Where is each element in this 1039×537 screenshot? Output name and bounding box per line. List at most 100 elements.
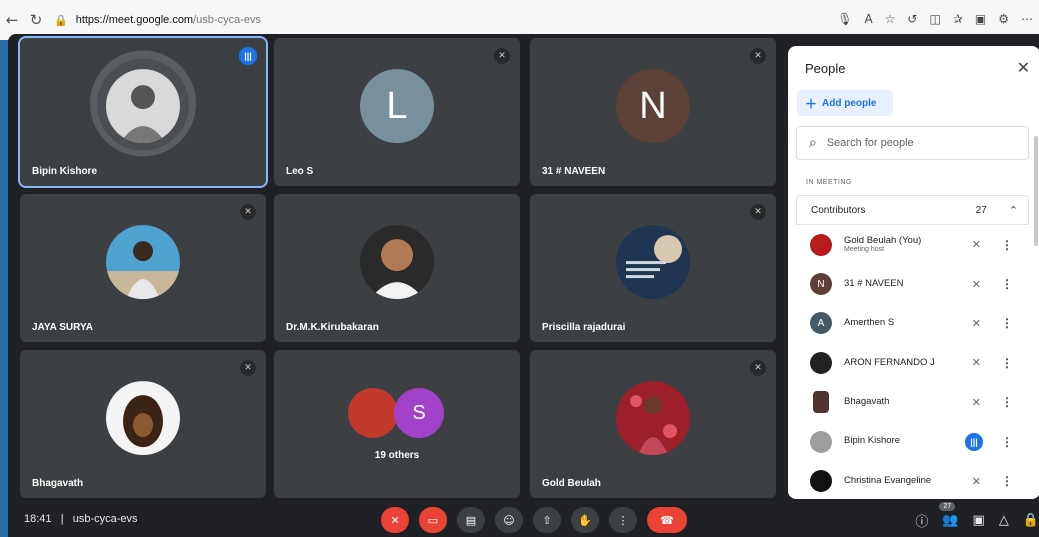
chevron-up-icon[interactable]: ⌃ (1009, 204, 1018, 217)
more-options-icon[interactable]: ⋮ (1001, 238, 1013, 252)
participant-name: Christina Evangeline (844, 474, 932, 486)
participant-name: Leo S (286, 166, 314, 177)
video-tile-kirubakaran[interactable]: Dr.M.K.Kirubakaran (274, 194, 520, 342)
avatar (616, 381, 690, 456)
camera-toggle-button[interactable]: ▭ (419, 507, 447, 533)
captions-button[interactable]: ▤ (457, 507, 485, 533)
muted-mic-icon: ✕ (750, 48, 766, 64)
call-controls: ✕ ▭ ▤ ☺ ⇧ ✋ ⋮ ☎ (381, 507, 687, 533)
browser-icons: 🎙 A ☆ ↺ ◫ ✰ ▣ ⚙ ⋯ (837, 12, 1033, 26)
contributors-label: Contributors (811, 204, 866, 216)
favorite-star-icon[interactable]: ☆ (885, 12, 896, 26)
muted-mic-icon[interactable]: ✕ (972, 475, 981, 488)
reload-icon[interactable]: ↻ (24, 11, 48, 29)
meeting-details-icon[interactable]: ⓘ (915, 511, 928, 530)
video-tile-others[interactable]: S 19 others (274, 350, 520, 498)
back-icon[interactable]: ← (0, 11, 24, 29)
add-person-icon: ＋ (805, 96, 818, 111)
avatar (813, 391, 829, 414)
more-options-icon[interactable]: ⋮ (1001, 474, 1013, 488)
address-bar[interactable]: 🔒 https://meet.google.com/usb-cyca-evs (54, 7, 261, 33)
more-options-icon[interactable]: ⋮ (1001, 277, 1013, 291)
muted-mic-icon: ✕ (750, 360, 766, 376)
add-people-label: Add people (822, 97, 877, 109)
avatar (106, 69, 180, 144)
search-people-field[interactable]: ⌕ (796, 126, 1029, 160)
more-options-icon[interactable]: ⋮ (1001, 356, 1013, 370)
meeting-info: 18:41 | usb-cyca-evs (24, 513, 138, 525)
extensions-icon[interactable]: ⚙ (998, 12, 1009, 26)
avatar (616, 225, 690, 300)
avatar (106, 381, 180, 456)
avatar: N (810, 273, 832, 296)
add-people-button[interactable]: ＋ Add people (797, 90, 893, 116)
video-tile-leo[interactable]: L ✕ Leo S (274, 38, 520, 186)
mic-icon[interactable]: 🎙 (837, 12, 852, 26)
video-tile-gold-beulah[interactable]: ✕ Gold Beulah (530, 350, 776, 498)
people-count-badge: 27 (939, 502, 956, 511)
list-item[interactable]: A Amerthen S ✕ ⋮ (796, 304, 1029, 343)
activities-icon[interactable]: △ (999, 513, 1009, 528)
muted-mic-icon: ✕ (494, 48, 510, 64)
avatar (810, 470, 832, 493)
people-icon[interactable]: 👥 27 (939, 502, 959, 528)
clock-time: 18:41 (24, 513, 52, 525)
raise-hand-button[interactable]: ✋ (571, 507, 599, 533)
url-host: https://meet.google.com (75, 14, 194, 26)
video-tile-naveen[interactable]: N ✕ 31 # NAVEEN (530, 38, 776, 186)
video-tile-jaya[interactable]: ✕ JAYA SURYA (20, 194, 266, 342)
more-options-icon[interactable]: ⋮ (1001, 395, 1013, 409)
muted-mic-icon: ✕ (240, 204, 256, 220)
read-aloud-icon[interactable]: A (864, 12, 872, 26)
avatar (348, 388, 398, 438)
list-item[interactable]: Gold Beulah (You) Meeting host ✕ ⋮ (796, 225, 1029, 264)
muted-mic-icon[interactable]: ✕ (972, 356, 981, 369)
split-screen-icon[interactable]: ◫ (929, 12, 940, 26)
video-tile-priscilla[interactable]: ✕ Priscilla rajadurai (530, 194, 776, 342)
participant-name: Dr.M.K.Kirubakaran (286, 322, 379, 333)
participant-name: Bhagavath (32, 478, 84, 489)
close-icon[interactable]: ✕ (1017, 58, 1030, 77)
more-options-icon[interactable]: ⋮ (1001, 316, 1013, 330)
mic-toggle-button[interactable]: ✕ (381, 507, 409, 533)
muted-mic-icon[interactable]: ✕ (972, 396, 981, 409)
list-item[interactable]: Bhagavath ✕ ⋮ (796, 383, 1029, 422)
participant-name: Amerthen S (844, 317, 895, 329)
muted-mic-icon[interactable]: ✕ (972, 278, 981, 291)
more-menu-icon[interactable]: ⋯ (1021, 12, 1033, 26)
more-options-icon[interactable]: ⋮ (1001, 435, 1013, 449)
control-bar: 18:41 | usb-cyca-evs ✕ ▭ ▤ ☺ ⇧ ✋ ⋮ ☎ ⓘ 👥… (8, 502, 1039, 537)
list-item[interactable]: N 31 # NAVEEN ✕ ⋮ (796, 264, 1029, 303)
refresh-icon[interactable]: ↺ (907, 12, 917, 26)
chat-icon[interactable]: ▣ (973, 513, 985, 528)
others-count: 19 others (374, 450, 420, 461)
list-item[interactable]: ARON FERNANDO J ✕ ⋮ (796, 343, 1029, 382)
lock-icon: 🔒 (54, 13, 68, 27)
list-item[interactable]: Bipin Kishore ||| ⋮ (796, 422, 1029, 461)
panel-title: People (805, 61, 846, 76)
muted-mic-icon: ✕ (750, 204, 766, 220)
side-controls: ⓘ 👥 27 ▣ △ 🔒 (915, 502, 1039, 530)
participant-name: ARON FERNANDO J (844, 356, 935, 368)
participant-list: Gold Beulah (You) Meeting host ✕ ⋮ N 31 #… (796, 225, 1029, 499)
more-options-button[interactable]: ⋮ (609, 507, 637, 533)
contributors-header[interactable]: Contributors 27 ⌃ (796, 195, 1029, 225)
avatar (360, 225, 434, 300)
search-input[interactable] (826, 137, 1007, 149)
list-item[interactable]: Christina Evangeline ✕ ⋮ (796, 461, 1029, 499)
scrollbar[interactable] (1034, 136, 1038, 246)
favorites-icon[interactable]: ✰ (953, 12, 963, 26)
video-tile-bipin[interactable]: ||| Bipin Kishore (18, 36, 268, 188)
avatar: L (360, 69, 434, 144)
present-button[interactable]: ⇧ (533, 507, 561, 533)
muted-mic-icon[interactable]: ✕ (972, 238, 981, 251)
collections-icon[interactable]: ▣ (975, 12, 986, 26)
avatar: A (810, 312, 832, 335)
contributors-count: 27 (975, 204, 987, 216)
muted-mic-icon[interactable]: ✕ (972, 317, 981, 330)
reactions-button[interactable]: ☺ (495, 507, 523, 533)
video-tile-bhagavath[interactable]: ✕ Bhagavath (20, 350, 266, 498)
leave-call-button[interactable]: ☎ (647, 507, 687, 533)
avatar (106, 225, 180, 300)
host-controls-icon[interactable]: 🔒 (1023, 513, 1039, 528)
